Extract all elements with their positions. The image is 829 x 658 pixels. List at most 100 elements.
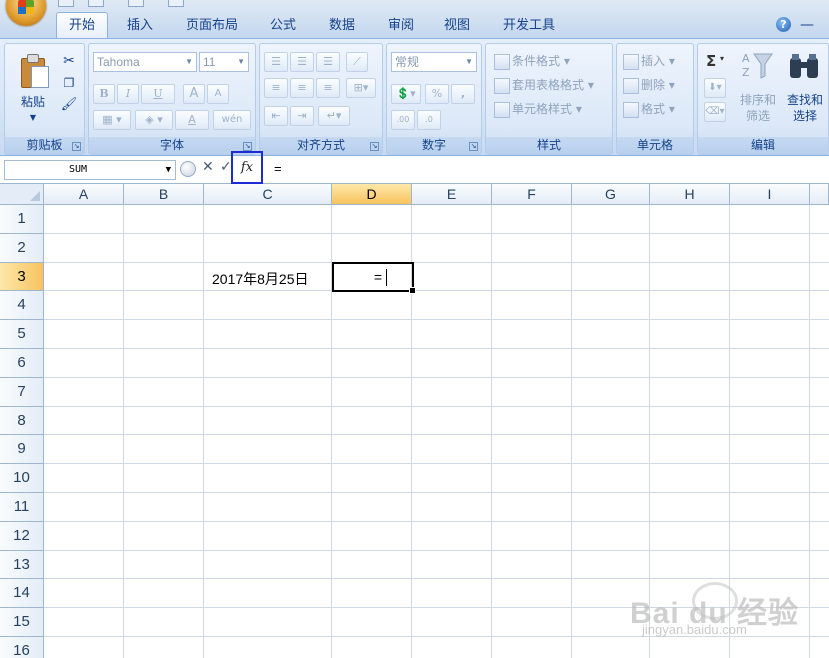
office-button[interactable] [6, 0, 46, 26]
column-header-F[interactable]: F [492, 184, 572, 205]
phonetic-button[interactable]: wén [213, 110, 251, 130]
text-orientation-icon[interactable]: ⟋ [346, 52, 368, 72]
conditional-formatting-button[interactable]: 条件格式 ▾ [494, 52, 570, 70]
column-header-G[interactable]: G [572, 184, 650, 205]
tab-formulas[interactable]: 公式 [264, 14, 302, 38]
tab-view[interactable]: 视图 [438, 14, 476, 38]
tab-data[interactable]: 数据 [322, 14, 362, 38]
customize-qat-icon[interactable] [168, 0, 184, 7]
italic-button[interactable]: I [117, 84, 139, 104]
column-header-A[interactable]: A [44, 184, 124, 205]
grow-font-button[interactable]: A [183, 84, 205, 104]
paste-icon[interactable] [19, 54, 49, 88]
number-format-combo[interactable]: 常规 ▼ [391, 52, 477, 72]
row-header-16[interactable]: 16 [0, 637, 44, 658]
align-bottom-icon[interactable]: ☰ [316, 52, 340, 72]
cell-styles-button[interactable]: 单元格样式 ▾ [494, 100, 582, 118]
delete-cells-button[interactable]: 删除 ▾ [623, 76, 675, 94]
help-icon[interactable]: ? [776, 17, 791, 32]
enter-check-icon[interactable]: ✓ [220, 159, 232, 175]
chevron-down-icon[interactable]: ▼ [166, 161, 171, 179]
undo-icon[interactable] [88, 0, 104, 7]
tab-home[interactable]: 开始 [56, 12, 108, 41]
column-header-E[interactable]: E [412, 184, 492, 205]
cut-icon[interactable]: ✂ [59, 52, 79, 72]
column-header-I[interactable]: I [730, 184, 810, 205]
find-binoculars-icon[interactable] [786, 52, 822, 82]
row-header-2[interactable]: 2 [0, 233, 44, 263]
accounting-format-icon[interactable]: 💲▾ [391, 84, 421, 104]
align-right-icon[interactable]: ≡ [316, 78, 340, 98]
sort-filter-button[interactable]: 排序和筛选 [736, 92, 780, 124]
align-left-icon[interactable]: ≡ [264, 78, 288, 98]
increase-decimal-button[interactable]: .00 [391, 110, 415, 130]
column-header-D[interactable]: D [332, 184, 412, 205]
merge-center-icon[interactable]: ⊞▾ [346, 78, 376, 98]
active-cell-D3[interactable]: = [332, 261, 416, 295]
tab-page-layout[interactable]: 页面布局 [178, 14, 246, 38]
fill-handle[interactable] [409, 287, 416, 295]
decrease-decimal-button[interactable]: .0 [417, 110, 441, 130]
comma-button[interactable]: , [451, 84, 475, 104]
dialog-launcher-icon[interactable]: ↘ [72, 142, 81, 151]
row-header-7[interactable]: 7 [0, 377, 44, 407]
column-header-B[interactable]: B [124, 184, 204, 205]
tab-insert[interactable]: 插入 [120, 14, 160, 38]
cell-C3[interactable]: 2017年8月25日 [212, 269, 309, 289]
row-header-11[interactable]: 11 [0, 493, 44, 522]
fill-color-button[interactable]: ◈ ▾ [135, 110, 173, 130]
font-name-combo[interactable]: Tahoma ▼ [93, 52, 197, 72]
dialog-launcher-icon[interactable]: ↘ [370, 142, 379, 151]
percent-button[interactable]: % [425, 84, 449, 104]
row-header-5[interactable]: 5 [0, 320, 44, 349]
column-header-C[interactable]: C [204, 184, 332, 205]
wrap-text-icon[interactable]: ↵▾ [318, 106, 350, 126]
row-header-15[interactable]: 15 [0, 608, 44, 637]
paste-button[interactable]: 粘贴 [13, 94, 53, 110]
shrink-font-button[interactable]: A [207, 84, 229, 104]
font-size-combo[interactable]: 11 ▼ [199, 52, 249, 72]
cancel-icon[interactable]: ✕ [202, 159, 214, 175]
border-button[interactable]: ▦ ▾ [93, 110, 131, 130]
row-header-6[interactable]: 6 [0, 349, 44, 378]
column-header-H[interactable]: H [650, 184, 730, 205]
redo-icon[interactable] [128, 0, 144, 7]
align-top-icon[interactable]: ☰ [264, 52, 288, 72]
tab-developer[interactable]: 开发工具 [498, 14, 560, 38]
dialog-launcher-icon[interactable]: ↘ [243, 142, 252, 151]
fill-down-icon[interactable]: ⬇▾ [704, 78, 726, 98]
align-middle-icon[interactable]: ☰ [290, 52, 314, 72]
clear-eraser-icon[interactable]: ⌫▾ [704, 102, 726, 122]
autosum-icon[interactable]: Σ [706, 52, 716, 70]
row-header-13[interactable]: 13 [0, 550, 44, 580]
row-header-8[interactable]: 8 [0, 406, 44, 436]
save-icon[interactable] [58, 0, 74, 7]
underline-button[interactable]: U [141, 84, 175, 104]
insert-function-fx-button[interactable]: fx [231, 151, 263, 184]
dialog-launcher-icon[interactable]: ↘ [469, 142, 478, 151]
align-center-icon[interactable]: ≡ [290, 78, 314, 98]
row-header-12[interactable]: 12 [0, 521, 44, 551]
format-cells-button[interactable]: 格式 ▾ [623, 100, 675, 118]
copy-icon[interactable]: ❐ [59, 74, 79, 94]
row-header-10[interactable]: 10 [0, 464, 44, 493]
sort-filter-icon[interactable]: AZ [740, 50, 774, 82]
row-header-1[interactable]: 1 [0, 205, 44, 234]
insert-cells-button[interactable]: 插入 ▾ [623, 52, 675, 70]
minimize-icon[interactable]: — [800, 17, 814, 33]
chevron-down-icon[interactable]: ▾ [720, 54, 724, 63]
format-as-table-button[interactable]: 套用表格格式 ▾ [494, 76, 594, 94]
row-header-4[interactable]: 4 [0, 291, 44, 321]
name-box[interactable]: SUM ▼ [4, 160, 176, 180]
find-select-button[interactable]: 查找和选择 [782, 92, 828, 124]
format-painter-icon[interactable]: 🖌 [59, 96, 79, 116]
row-header-14[interactable]: 14 [0, 579, 44, 609]
formula-bar-expand-icon[interactable] [180, 161, 196, 177]
column-header-partial[interactable] [810, 184, 829, 205]
row-header-9[interactable]: 9 [0, 435, 44, 465]
increase-indent-icon[interactable]: ⇥ [290, 106, 314, 126]
select-all-corner[interactable] [0, 184, 44, 205]
font-color-button[interactable]: A [175, 110, 209, 130]
row-header-3[interactable]: 3 [0, 262, 44, 292]
tab-review[interactable]: 审阅 [382, 14, 420, 38]
